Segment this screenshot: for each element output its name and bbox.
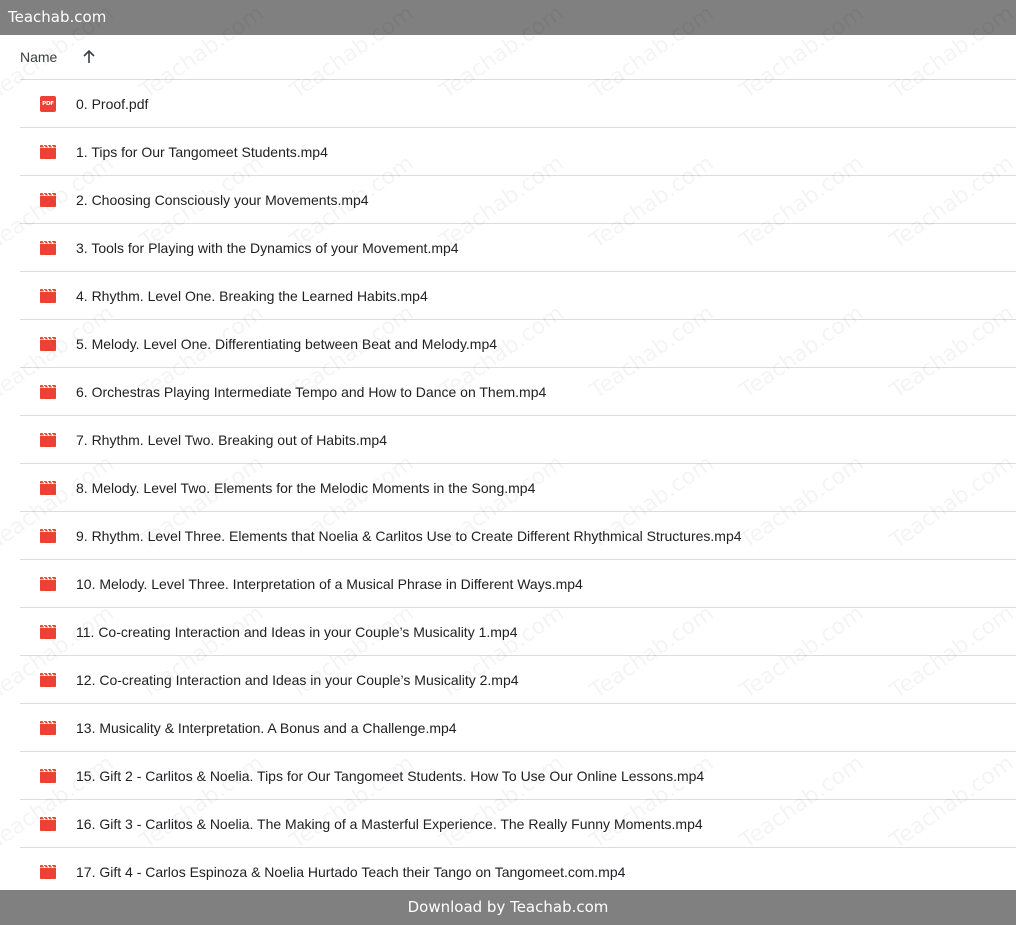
file-name: 12. Co-creating Interaction and Ideas in… — [76, 671, 519, 688]
file-row[interactable]: 8. Melody. Level Two. Elements for the M… — [20, 464, 1016, 512]
file-row[interactable]: 9. Rhythm. Level Three. Elements that No… — [20, 512, 1016, 560]
file-row[interactable]: 17. Gift 4 - Carlos Espinoza & Noelia Hu… — [20, 848, 1016, 896]
name-column-header[interactable]: Name — [20, 49, 57, 65]
file-row[interactable]: 10. Melody. Level Three. Interpretation … — [20, 560, 1016, 608]
video-icon — [40, 432, 56, 448]
footer-text: Download by Teachab.com — [407, 898, 609, 916]
file-row[interactable]: 12. Co-creating Interaction and Ideas in… — [20, 656, 1016, 704]
file-list-page: Teachab.com Name PDF 0. Proof.pdf 1. Tips … — [0, 0, 1016, 925]
file-row[interactable]: 7. Rhythm. Level Two. Breaking out of Ha… — [20, 416, 1016, 464]
video-icon — [40, 624, 56, 640]
file-row[interactable]: 5. Melody. Level One. Differentiating be… — [20, 320, 1016, 368]
video-icon — [40, 576, 56, 592]
file-row[interactable]: 4. Rhythm. Level One. Breaking the Learn… — [20, 272, 1016, 320]
video-icon — [40, 528, 56, 544]
file-name: 4. Rhythm. Level One. Breaking the Learn… — [76, 287, 428, 304]
file-list: PDF 0. Proof.pdf 1. Tips for Our Tangomeet… — [20, 80, 1016, 896]
video-icon — [40, 192, 56, 208]
list-header: Name — [20, 35, 1016, 80]
video-icon — [40, 240, 56, 256]
file-name: 17. Gift 4 - Carlos Espinoza & Noelia Hu… — [76, 863, 626, 880]
file-name: 7. Rhythm. Level Two. Breaking out of Ha… — [76, 431, 388, 448]
file-name: 11. Co-creating Interaction and Ideas in… — [76, 623, 518, 640]
file-row[interactable]: 3. Tools for Playing with the Dynamics o… — [20, 224, 1016, 272]
file-row[interactable]: 13. Musicality & Interpretation. A Bonus… — [20, 704, 1016, 752]
sort-ascending-icon[interactable] — [79, 47, 99, 67]
file-row[interactable]: PDF 0. Proof.pdf — [20, 80, 1016, 128]
file-row[interactable]: 16. Gift 3 - Carlitos & Noelia. The Maki… — [20, 800, 1016, 848]
file-name: 15. Gift 2 - Carlitos & Noelia. Tips for… — [76, 767, 705, 784]
top-banner: Teachab.com — [0, 0, 1016, 35]
file-name: 16. Gift 3 - Carlitos & Noelia. The Maki… — [76, 815, 703, 832]
site-title: Teachab.com — [8, 8, 107, 26]
file-name: 3. Tools for Playing with the Dynamics o… — [76, 239, 459, 256]
file-row[interactable]: 1. Tips for Our Tangomeet Students.mp4 — [20, 128, 1016, 176]
file-name: 5. Melody. Level One. Differentiating be… — [76, 335, 498, 352]
file-name: 2. Choosing Consciously your Movements.m… — [76, 191, 369, 208]
video-icon — [40, 816, 56, 832]
video-icon — [40, 288, 56, 304]
bottom-banner: Download by Teachab.com — [0, 890, 1016, 925]
file-name: 8. Melody. Level Two. Elements for the M… — [76, 479, 536, 496]
file-name: 13. Musicality & Interpretation. A Bonus… — [76, 719, 457, 736]
video-icon — [40, 144, 56, 160]
file-row[interactable]: 2. Choosing Consciously your Movements.m… — [20, 176, 1016, 224]
file-row[interactable]: 15. Gift 2 - Carlitos & Noelia. Tips for… — [20, 752, 1016, 800]
file-name: 10. Melody. Level Three. Interpretation … — [76, 575, 583, 592]
file-name: 0. Proof.pdf — [76, 95, 149, 112]
video-icon — [40, 384, 56, 400]
file-row[interactable]: 6. Orchestras Playing Intermediate Tempo… — [20, 368, 1016, 416]
video-icon — [40, 336, 56, 352]
video-icon — [40, 480, 56, 496]
video-icon — [40, 864, 56, 880]
video-icon — [40, 672, 56, 688]
video-icon — [40, 720, 56, 736]
pdf-icon: PDF — [40, 96, 56, 112]
video-icon — [40, 768, 56, 784]
file-name: 6. Orchestras Playing Intermediate Tempo… — [76, 383, 547, 400]
file-name: 9. Rhythm. Level Three. Elements that No… — [76, 527, 742, 544]
pdf-badge-label: PDF — [40, 96, 56, 112]
file-name: 1. Tips for Our Tangomeet Students.mp4 — [76, 143, 328, 160]
file-row[interactable]: 11. Co-creating Interaction and Ideas in… — [20, 608, 1016, 656]
